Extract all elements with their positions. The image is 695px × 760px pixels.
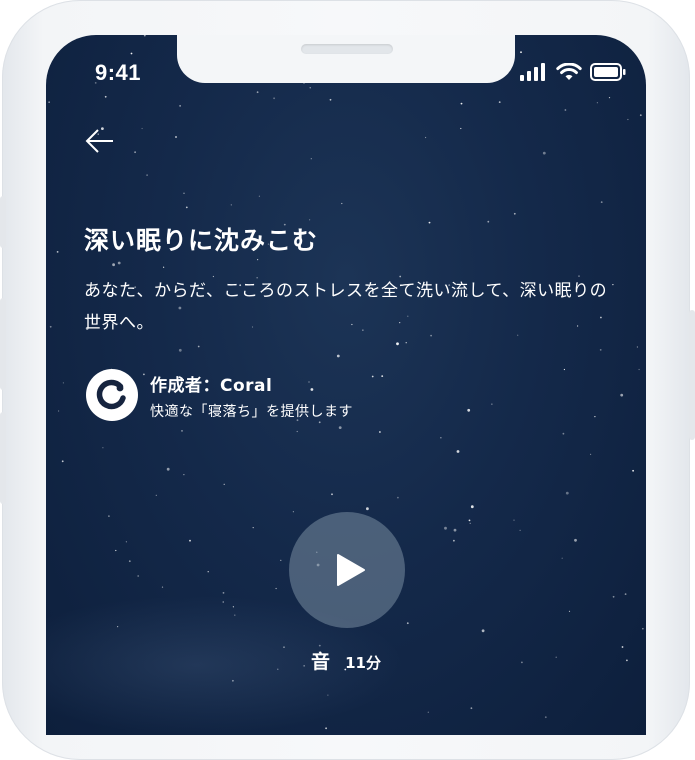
signal-icon <box>520 63 545 81</box>
session-info: 音 11分 <box>46 647 646 674</box>
side-button-silent <box>0 196 6 248</box>
status-icons <box>520 62 626 82</box>
wifi-icon <box>556 63 582 80</box>
content-type-label: 音 <box>311 651 331 673</box>
play-icon <box>337 554 365 586</box>
side-button-volume-down <box>0 412 6 504</box>
side-button-power <box>689 310 695 440</box>
session-title: 深い眠りに沈みこむ <box>84 226 319 255</box>
creator-name: 作成者：Coral <box>150 376 273 396</box>
battery-icon <box>590 63 626 81</box>
status-time: 9:41 <box>95 60 142 85</box>
coral-logo-icon <box>86 369 138 421</box>
back-arrow-icon[interactable] <box>84 127 116 155</box>
session-description: あなた、からだ、こころのストレスを全て洗い流して、深い眠りの世界へ。 <box>84 281 608 333</box>
play-button[interactable] <box>289 512 405 628</box>
app-screen: 9:41 深い眠りに沈みこむ あなた、からだ、こころのストレスを全て洗い流して、… <box>46 35 646 735</box>
creator-tagline: 快適な「寝落ち」を提供します <box>150 404 353 420</box>
side-button-volume-up <box>0 298 6 390</box>
notch <box>177 35 515 83</box>
speaker-grille <box>301 44 393 54</box>
duration-label: 11分 <box>345 654 381 672</box>
